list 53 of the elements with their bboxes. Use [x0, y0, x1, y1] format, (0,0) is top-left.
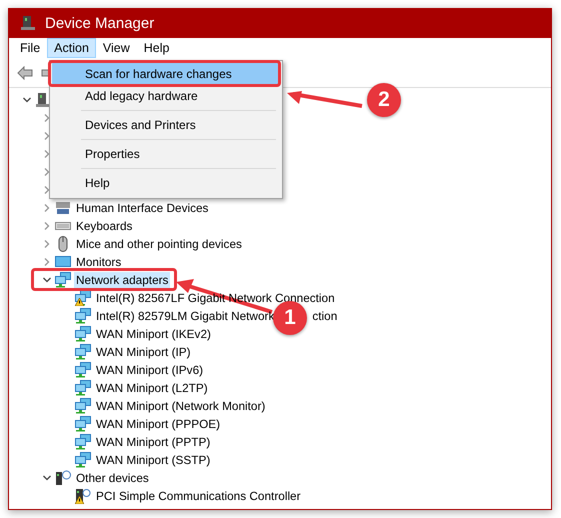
menu-item[interactable]: Help	[136, 38, 176, 58]
network-monitors-icon	[75, 416, 91, 432]
expand-chevron-icon[interactable]	[43, 168, 51, 176]
tree-item[interactable]: WAN Miniport (IKEv2)	[94, 326, 213, 342]
computer-icon	[35, 92, 51, 108]
tree-item-text: ction	[312, 308, 338, 324]
expand-chevron-icon[interactable]	[43, 132, 51, 140]
menu-item[interactable]: Scan for hardware changes	[52, 63, 280, 85]
network-monitors-icon	[75, 452, 91, 468]
network-monitors-icon	[75, 380, 91, 396]
device-manager-icon	[20, 15, 36, 31]
menu-item[interactable]: Add legacy hardware	[52, 85, 280, 107]
network-monitors-icon	[75, 344, 91, 360]
menu-item[interactable]: Action	[47, 38, 96, 58]
expand-chevron-icon[interactable]	[43, 150, 51, 158]
unknown-device-icon	[55, 470, 71, 486]
menu-item[interactable]: View	[96, 38, 137, 58]
tree-item[interactable]: WAN Miniport (L2TP)	[94, 380, 210, 396]
tree-item[interactable]: Mice and other pointing devices	[74, 236, 244, 252]
tree-item[interactable]: WAN Miniport (Network Monitor)	[94, 398, 268, 414]
tree-item[interactable]: Human Interface Devices	[74, 200, 210, 216]
network-monitors-icon	[75, 398, 91, 414]
collapse-chevron-icon[interactable]	[43, 474, 51, 482]
tree-item[interactable]: WAN Miniport (PPPOE)	[94, 416, 222, 432]
tree-item[interactable]: WAN Miniport (IPv6)	[94, 362, 206, 378]
expand-chevron-icon[interactable]	[43, 114, 51, 122]
tree-item[interactable]: WAN Miniport (PPTP)	[94, 434, 212, 450]
monitor-icon	[55, 254, 71, 270]
back-arrow-icon[interactable]	[17, 66, 33, 80]
tree-item[interactable]: WAN Miniport (SSTP)	[94, 452, 212, 468]
tree-item[interactable]: Keyboards	[74, 218, 134, 234]
network-monitors-icon	[75, 326, 91, 342]
tree-item[interactable]: PCI Simple Communications Controller	[94, 488, 303, 504]
menu-item[interactable]: Help	[52, 172, 280, 194]
expand-chevron-icon[interactable]	[43, 222, 51, 230]
tree-item[interactable]: WAN Miniport (IP)	[94, 344, 193, 360]
window-title: Device Manager	[45, 14, 154, 32]
menu-item[interactable]: Properties	[52, 143, 280, 165]
network-monitors-icon	[75, 434, 91, 450]
expand-chevron-icon[interactable]	[43, 204, 51, 212]
tree-item[interactable]: Monitors	[74, 254, 124, 270]
tree-item[interactable]: Network adapters	[74, 272, 170, 288]
expand-chevron-icon[interactable]	[43, 258, 51, 266]
network-monitors-icon	[75, 362, 91, 378]
menu-item[interactable]: Devices and Printers	[52, 114, 280, 136]
network-monitors-icon	[75, 308, 91, 324]
collapse-chevron-icon[interactable]	[23, 96, 31, 104]
tree-item[interactable]: Other devices	[74, 470, 151, 486]
expand-chevron-icon[interactable]	[43, 186, 51, 194]
collapse-chevron-icon[interactable]	[43, 276, 51, 284]
expand-chevron-icon[interactable]	[43, 240, 51, 248]
menu-item[interactable]: File	[13, 38, 48, 58]
network-monitors-icon	[55, 272, 71, 288]
